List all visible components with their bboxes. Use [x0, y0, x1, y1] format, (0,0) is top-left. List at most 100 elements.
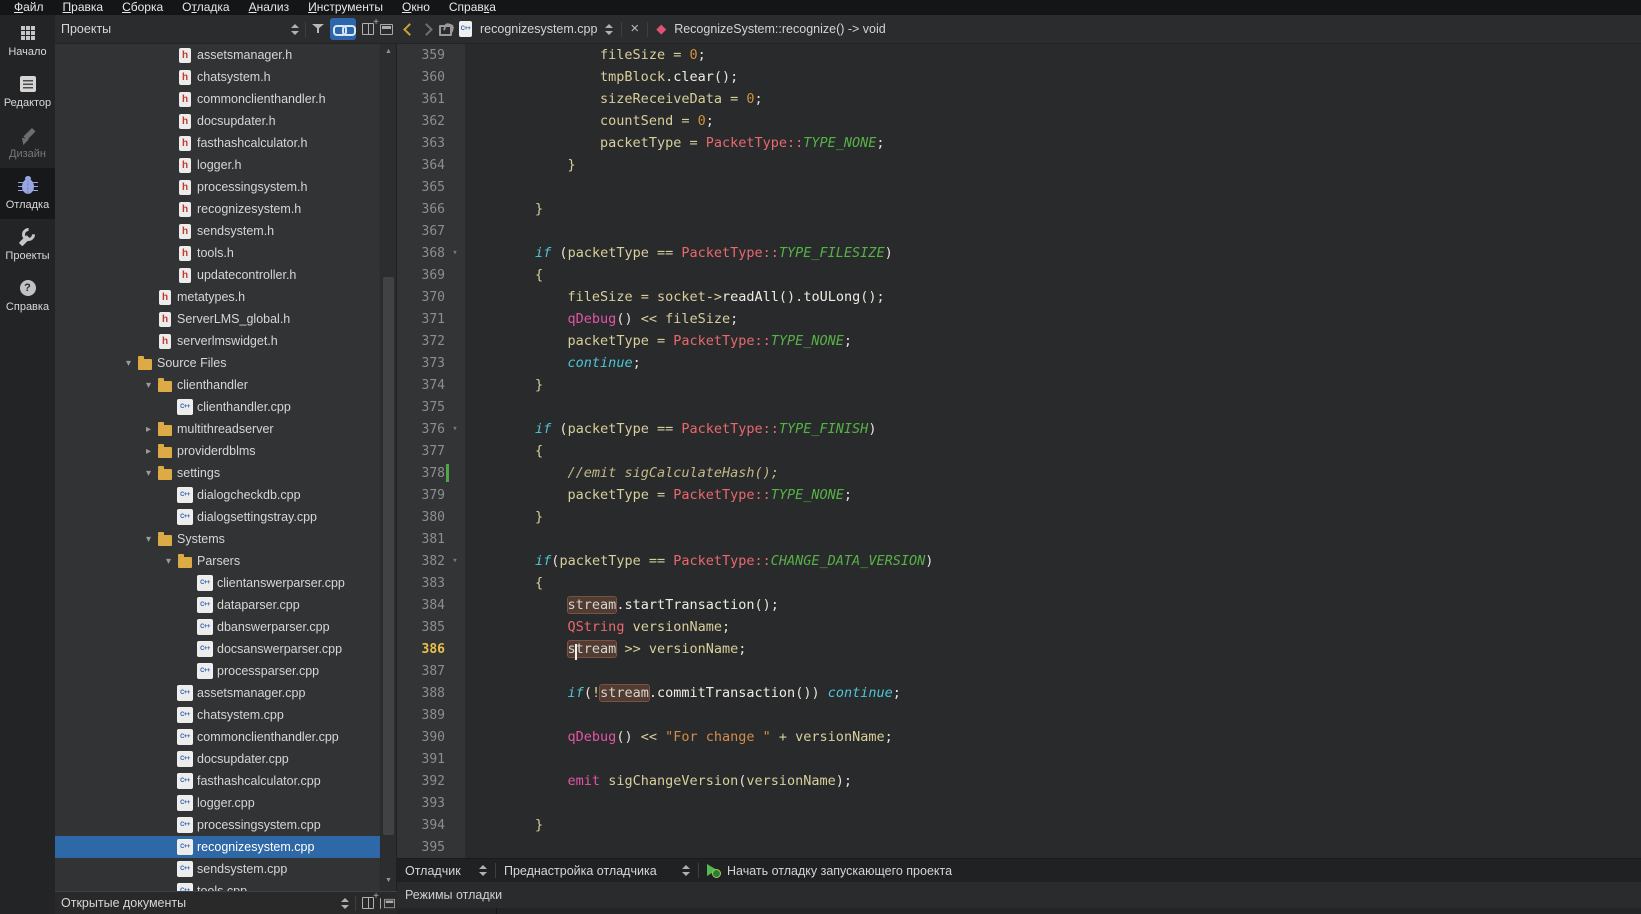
sort-arrows-icon[interactable]	[605, 23, 613, 36]
tree-row[interactable]: hlogger.h	[55, 154, 380, 176]
open-documents-title[interactable]: Открытые документы	[55, 896, 341, 910]
tree-row[interactable]: C++processparser.cpp	[55, 660, 380, 682]
line-number[interactable]: 361	[397, 92, 445, 107]
tree-row[interactable]: hrecognizesystem.h	[55, 198, 380, 220]
close-pane-icon[interactable]	[380, 24, 393, 35]
line-number[interactable]: 371	[397, 312, 445, 327]
scroll-up-icon[interactable]: ▲	[381, 44, 396, 58]
tree-row[interactable]: C++docsanswerparser.cpp	[55, 638, 380, 660]
close-pane-icon[interactable]	[383, 898, 394, 907]
forward-icon[interactable]	[420, 23, 433, 36]
tree-row[interactable]: C++dialogcheckdb.cpp	[55, 484, 380, 506]
expanded-arrow-icon[interactable]: ▾	[140, 468, 157, 479]
tree-row[interactable]: ▾Parsers	[55, 550, 380, 572]
mode-отладка[interactable]: Отладка	[0, 168, 55, 219]
line-number[interactable]: 391	[397, 752, 445, 767]
symbol-diamond-icon[interactable]: ◆	[656, 21, 666, 37]
code-editor[interactable]: fileSize = 0; tmpBlock.clear(); sizeRece…	[465, 44, 1641, 858]
tree-row[interactable]: htools.h	[55, 242, 380, 264]
tree-row[interactable]: ▾clienthandler	[55, 374, 380, 396]
line-number[interactable]: 367	[397, 224, 445, 239]
tree-row[interactable]: C++dialogsettingstray.cpp	[55, 506, 380, 528]
tree-row[interactable]: ▾Systems	[55, 528, 380, 550]
line-number[interactable]: 375	[397, 400, 445, 415]
line-number[interactable]: 388	[397, 686, 445, 701]
tree-row[interactable]: C++commonclienthandler.cpp	[55, 726, 380, 748]
projects-pane-title[interactable]: Проекты	[55, 22, 291, 36]
tree-row[interactable]: C++processingsystem.cpp	[55, 814, 380, 836]
tree-row[interactable]: C++tools.cpp	[55, 880, 380, 891]
menu-item-5[interactable]: Анализ	[240, 0, 300, 15]
line-number[interactable]: 385	[397, 620, 445, 635]
tree-row[interactable]: C++docsupdater.cpp	[55, 748, 380, 770]
line-number[interactable]: 369	[397, 268, 445, 283]
tree-row[interactable]: hchatsystem.h	[55, 66, 380, 88]
tree-row[interactable]: C++chatsystem.cpp	[55, 704, 380, 726]
tree-row[interactable]: hmetatypes.h	[55, 286, 380, 308]
tree-row[interactable]: C++clientanswerparser.cpp	[55, 572, 380, 594]
sort-arrows-icon[interactable]	[479, 864, 487, 877]
tree-row[interactable]: C++fasthashcalculator.cpp	[55, 770, 380, 792]
fold-marker-icon[interactable]: ▾	[445, 556, 465, 566]
line-number[interactable]: 366	[397, 202, 445, 217]
line-number[interactable]: 389	[397, 708, 445, 723]
mode-справка[interactable]: Справка	[0, 270, 55, 321]
line-number[interactable]: 384	[397, 598, 445, 613]
collapsed-arrow-icon[interactable]: ▸	[140, 446, 157, 457]
line-number[interactable]: 387	[397, 664, 445, 679]
line-number[interactable]: 378	[397, 466, 445, 481]
menu-item-4[interactable]: Отладка	[173, 0, 239, 15]
start-debug-icon[interactable]	[707, 864, 719, 877]
sync-with-editor-icon[interactable]	[330, 18, 356, 40]
line-number[interactable]: 377	[397, 444, 445, 459]
line-number[interactable]: 381	[397, 532, 445, 547]
line-number[interactable]: 374	[397, 378, 445, 393]
line-number[interactable]: 393	[397, 796, 445, 811]
tree-scrollbar[interactable]: ▲ ▼	[381, 44, 397, 891]
tree-row[interactable]: C++clienthandler.cpp	[55, 396, 380, 418]
tree-row[interactable]: ▾settings	[55, 462, 380, 484]
line-number[interactable]: 360	[397, 70, 445, 85]
tree-row[interactable]: hserverlmswidget.h	[55, 330, 380, 352]
tree-row[interactable]: C++recognizesystem.cpp	[55, 836, 380, 858]
line-number[interactable]: 359	[397, 48, 445, 63]
menu-item-2[interactable]: Правка	[54, 0, 114, 15]
menu-item-8[interactable]: Справка	[440, 0, 506, 15]
debug-modes-label[interactable]: Режимы отладки	[405, 888, 502, 902]
line-number[interactable]: 372	[397, 334, 445, 349]
filter-icon[interactable]	[312, 23, 324, 35]
tree-row[interactable]: hServerLMS_global.h	[55, 308, 380, 330]
tree-row[interactable]: hsendsystem.h	[55, 220, 380, 242]
mode-редактор[interactable]: Редактор	[0, 66, 55, 117]
sort-arrows-icon[interactable]	[291, 23, 299, 36]
line-number[interactable]: 364	[397, 158, 445, 173]
tree-row[interactable]: C++assetsmanager.cpp	[55, 682, 380, 704]
line-number[interactable]: 363	[397, 136, 445, 151]
menu-item-6[interactable]: Инструменты	[299, 0, 393, 15]
line-number[interactable]: 370	[397, 290, 445, 305]
menu-item-1[interactable]: Файл	[5, 0, 54, 15]
tree-row[interactable]: C++sendsystem.cpp	[55, 858, 380, 880]
menu-item-7[interactable]: Окно	[393, 0, 440, 15]
fold-marker-icon[interactable]: ▾	[445, 248, 465, 258]
collapsed-arrow-icon[interactable]: ▸	[140, 424, 157, 435]
tree-row[interactable]: hcommonclienthandler.h	[55, 88, 380, 110]
menu-item-3[interactable]: Сборка	[113, 0, 173, 15]
line-number[interactable]: 380	[397, 510, 445, 525]
scroll-down-icon[interactable]: ▼	[381, 873, 396, 887]
unlocked-icon[interactable]	[439, 22, 451, 37]
line-number[interactable]: 362	[397, 114, 445, 129]
line-number[interactable]: 382	[397, 554, 445, 569]
debugger-preset-selector[interactable]: Преднастройка отладчика	[504, 864, 690, 878]
scrollbar-thumb[interactable]	[383, 277, 394, 835]
fold-marker-icon[interactable]: ▾	[445, 424, 465, 434]
tree-row[interactable]: C++dbanswerparser.cpp	[55, 616, 380, 638]
mode-проекты[interactable]: Проекты	[0, 219, 55, 270]
mode-начало[interactable]: Начало	[0, 15, 55, 66]
line-number[interactable]: 394	[397, 818, 445, 833]
tree-row[interactable]: C++dataparser.cpp	[55, 594, 380, 616]
line-number[interactable]: 392	[397, 774, 445, 789]
expanded-arrow-icon[interactable]: ▾	[120, 358, 137, 369]
tree-row[interactable]: hdocsupdater.h	[55, 110, 380, 132]
sort-arrows-icon[interactable]	[341, 897, 349, 910]
